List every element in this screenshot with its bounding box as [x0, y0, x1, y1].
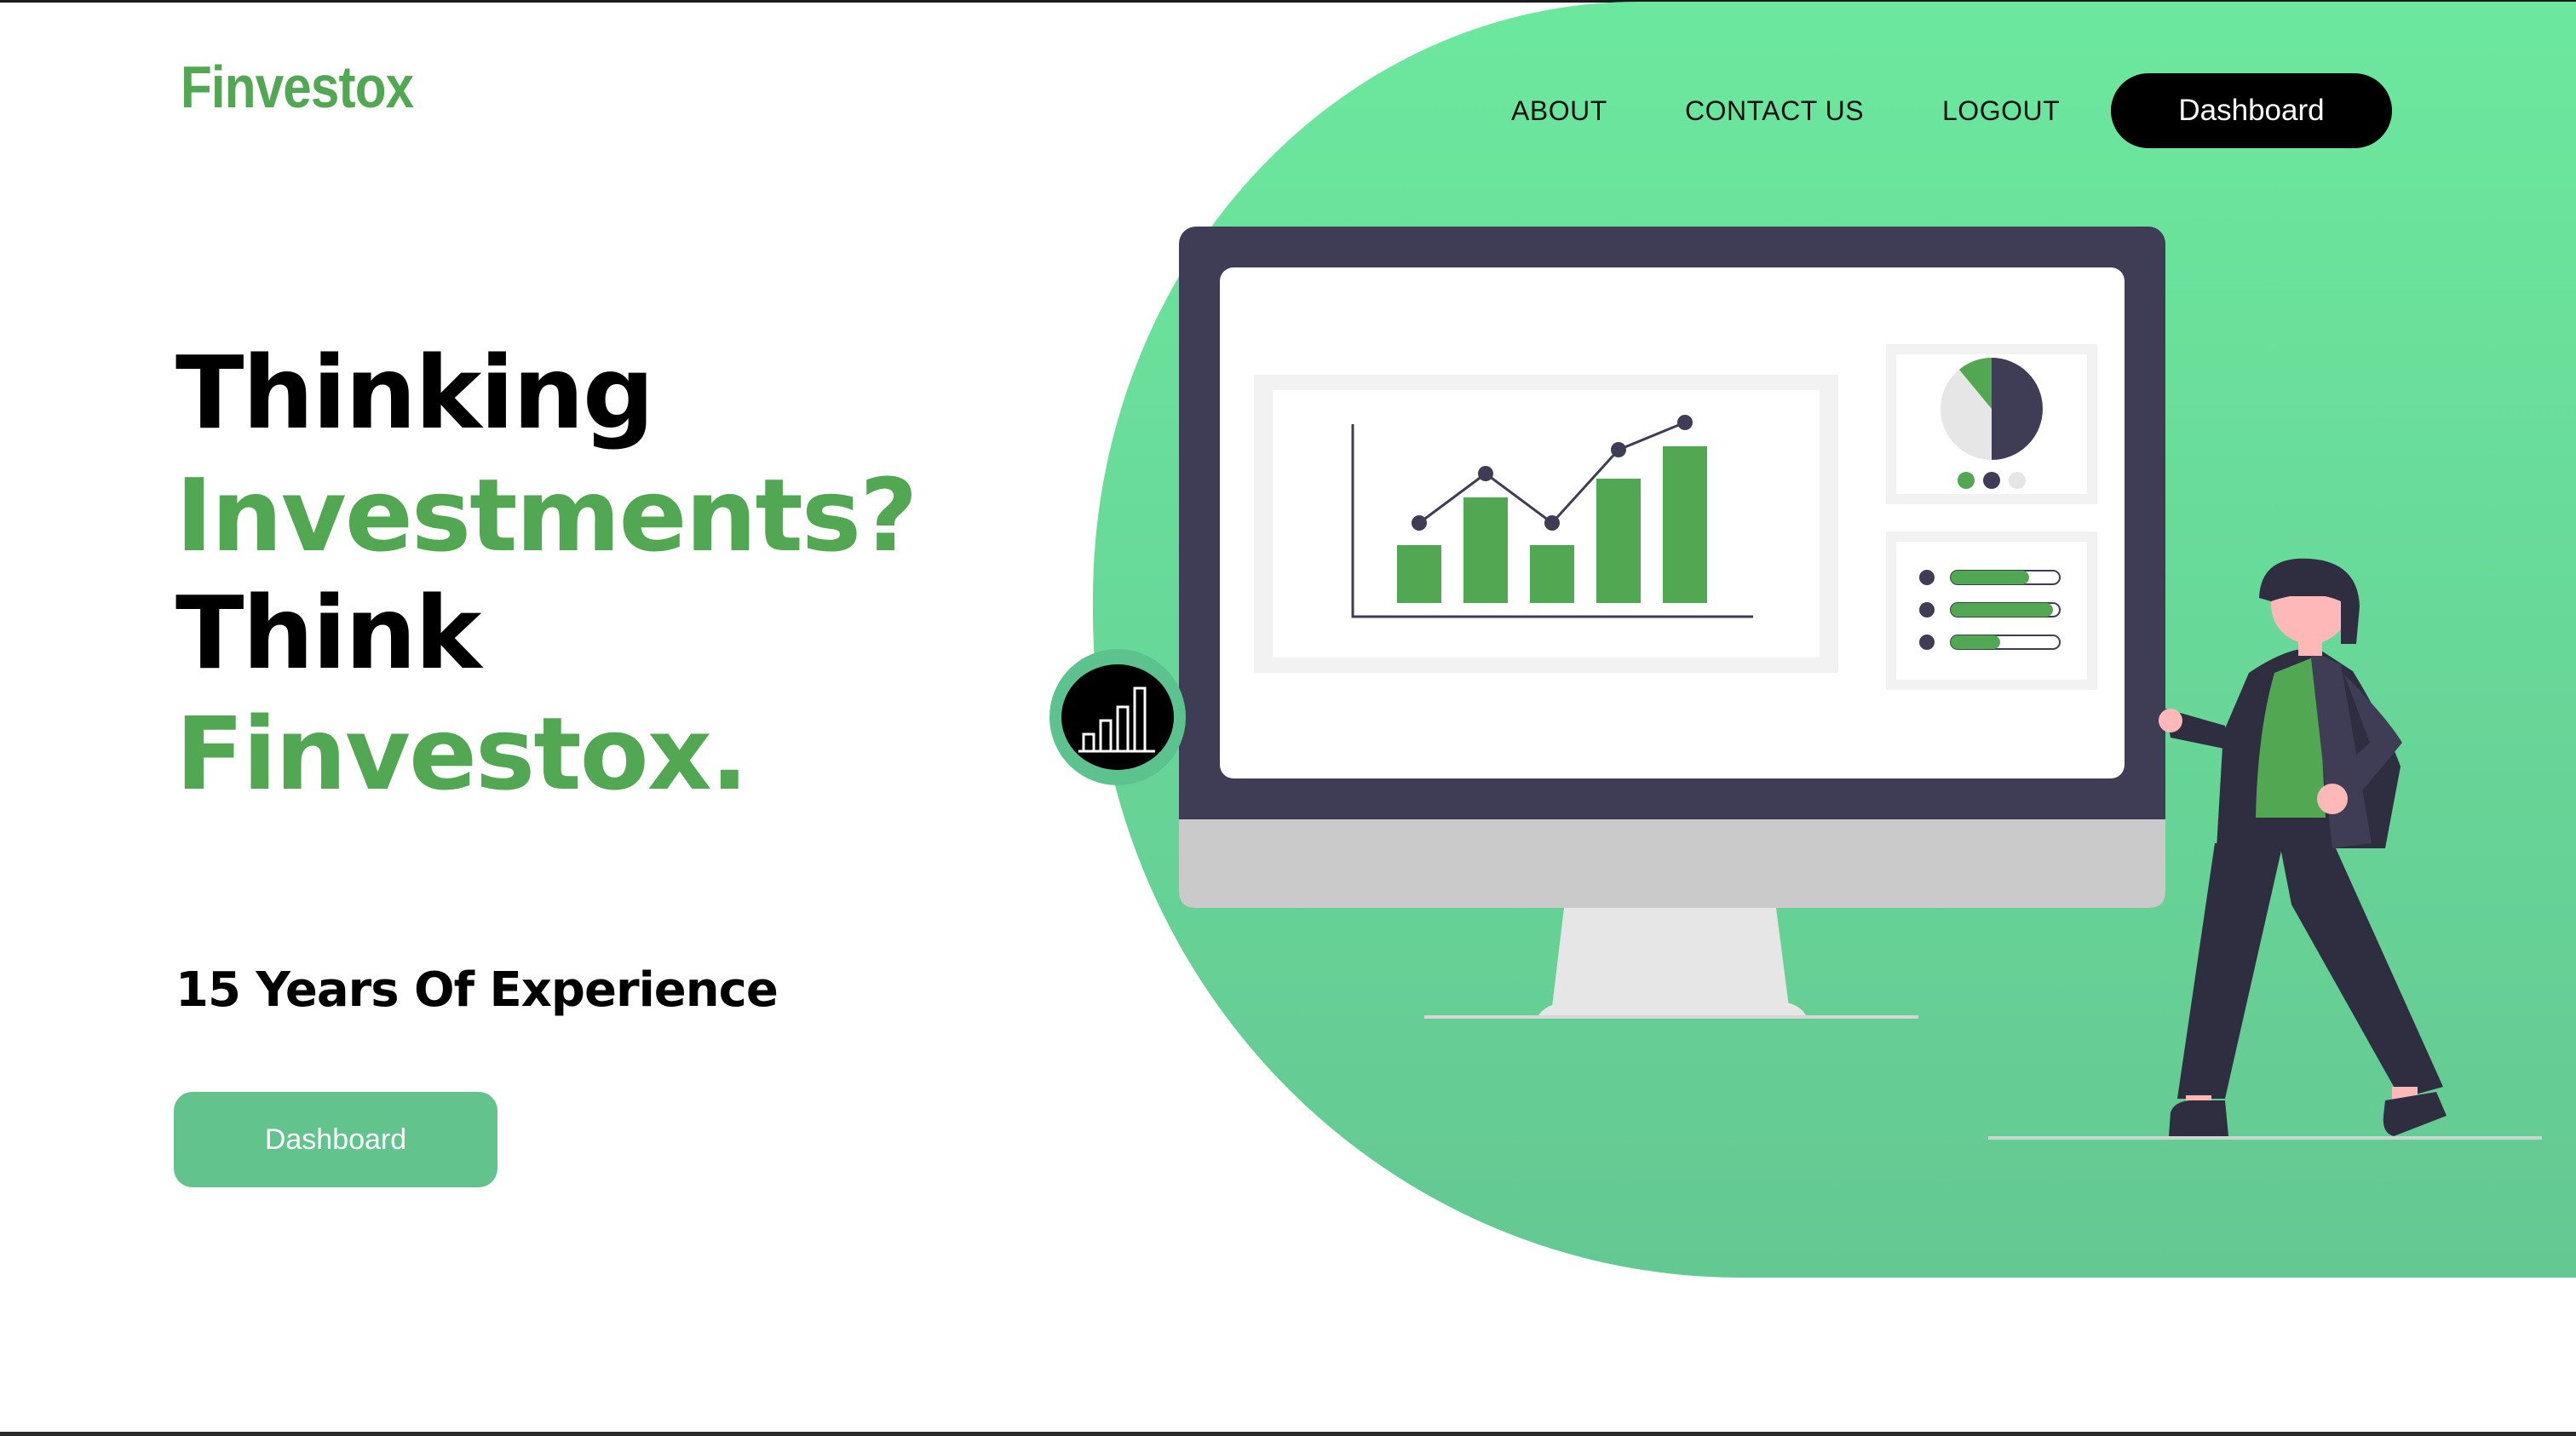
floor-line [1988, 1136, 2542, 1140]
screen-progress-panel [1886, 531, 2097, 690]
chart-bar [1397, 545, 1441, 603]
chart-bar [1463, 497, 1508, 603]
screen-bar-chart-panel [1254, 375, 1838, 673]
window-bottom-border [0, 1432, 2576, 1436]
woman-figure [2159, 558, 2447, 1136]
chart-bar [1596, 479, 1641, 603]
analytics-monitor-illustration [1049, 227, 2542, 1140]
monitor-stand [1424, 908, 1918, 1019]
chart-bar [1530, 545, 1574, 603]
bar-chart-icon [1049, 649, 1186, 785]
chart-bar [1663, 446, 1707, 603]
screen-pie-chart-panel [1886, 344, 2097, 504]
